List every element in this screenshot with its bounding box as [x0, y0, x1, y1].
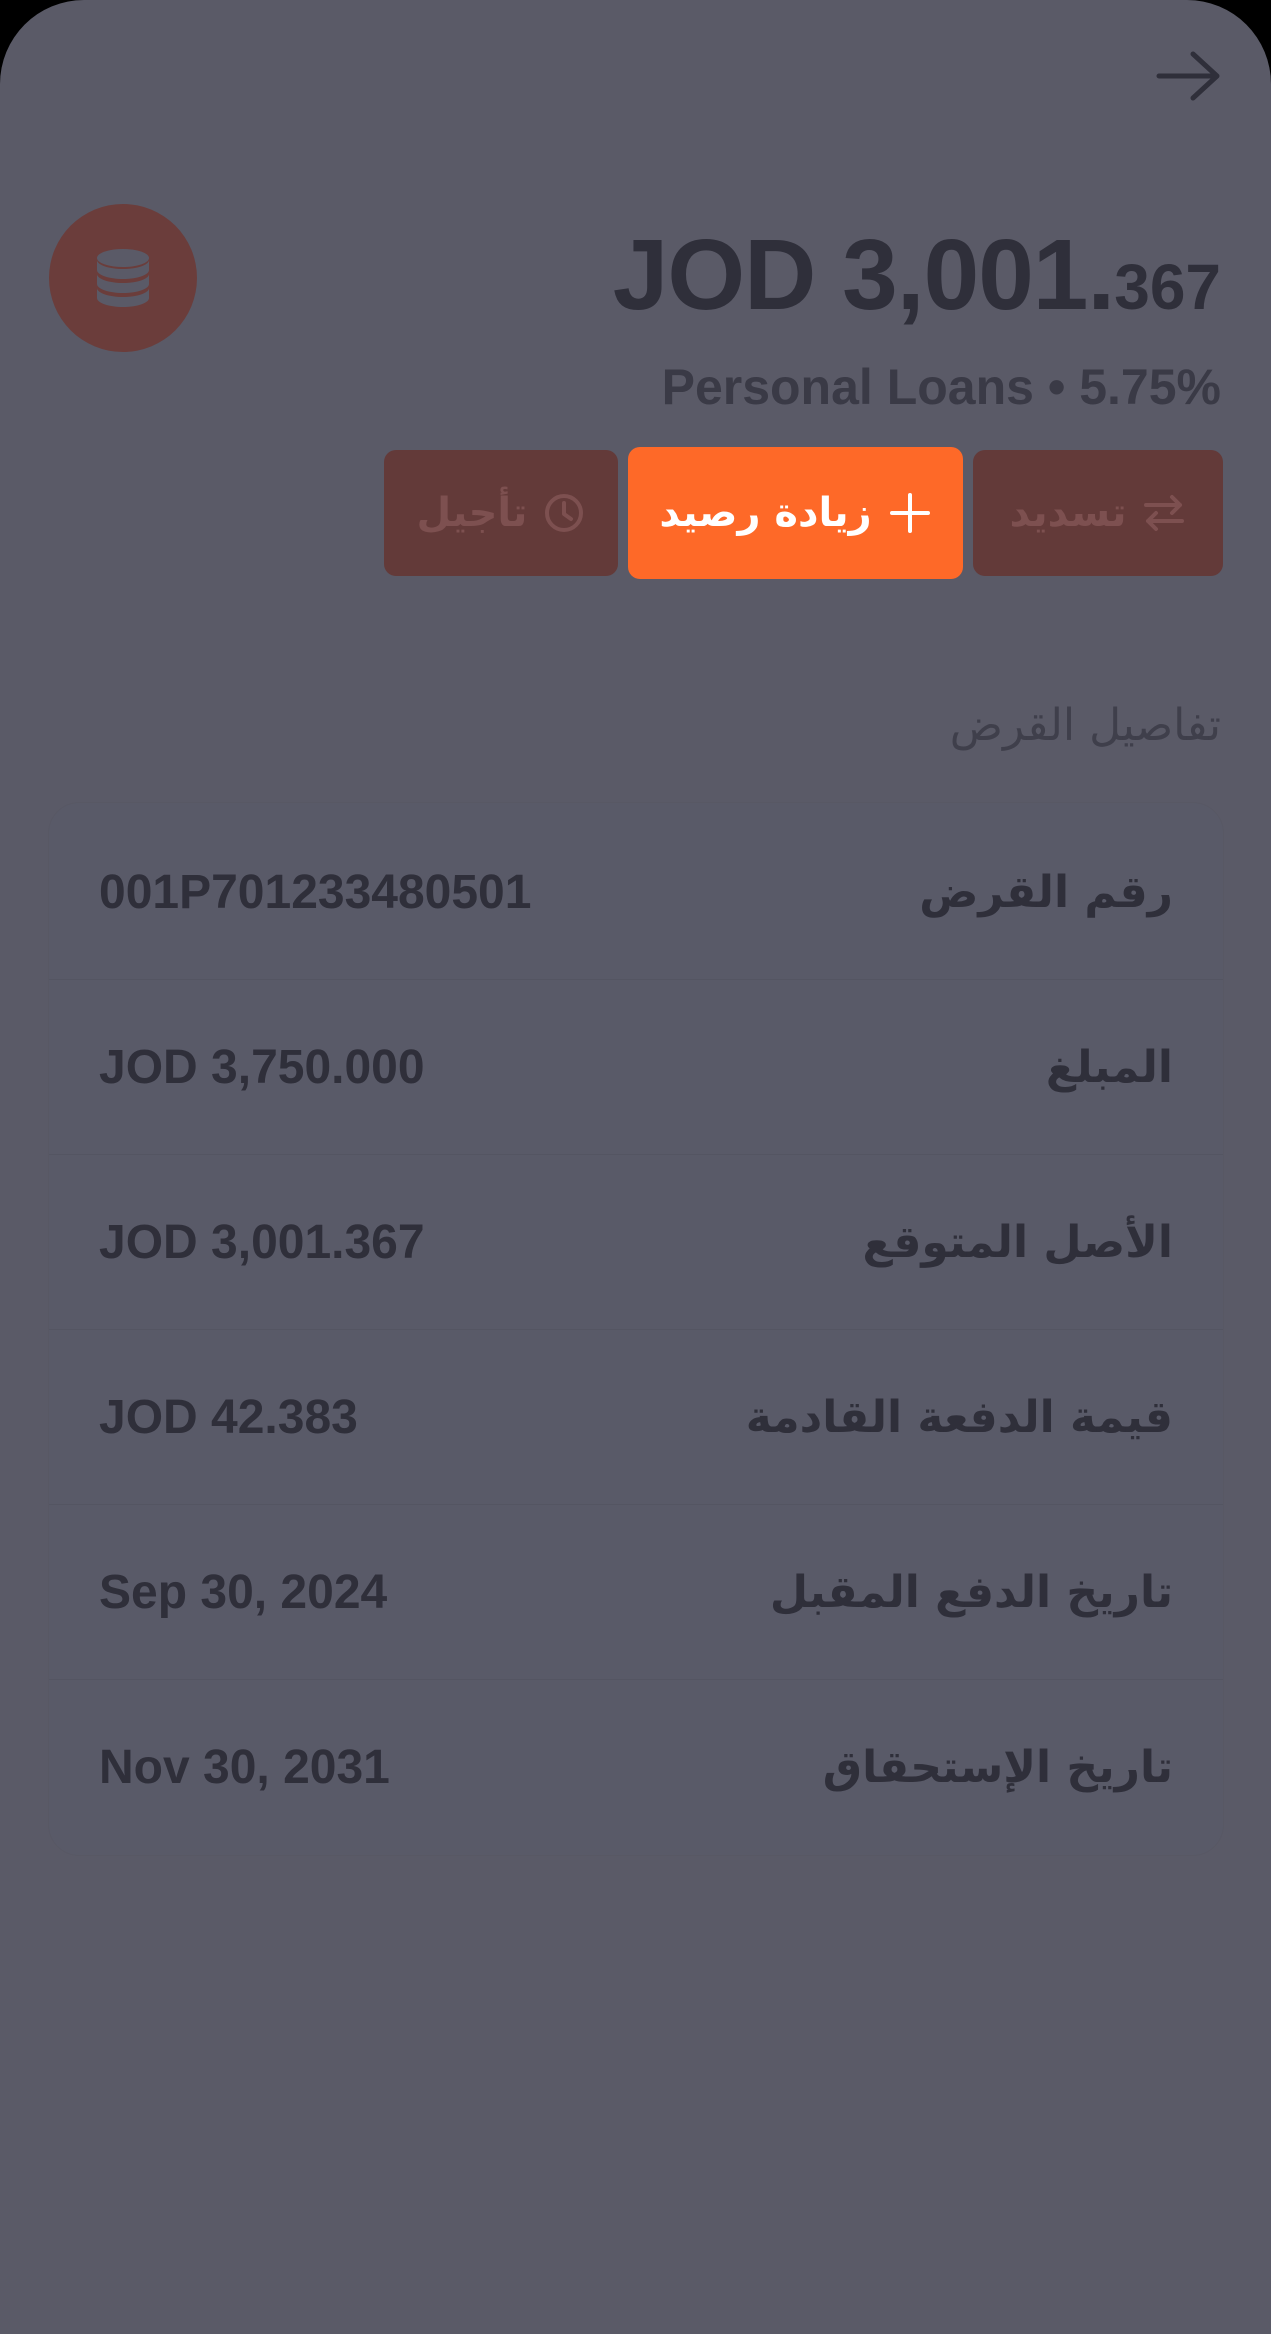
loan-details-card: 001P701233480501 رقم القرض JOD 3,750.000… [49, 803, 1223, 1855]
increase-balance-button[interactable]: زيادة رصيد [628, 447, 963, 579]
detail-label: الأصل المتوقع [862, 1216, 1173, 1268]
detail-label: تاريخ الإستحقاق [822, 1742, 1173, 1793]
loan-type-avatar [49, 204, 197, 352]
increase-balance-label: زيادة رصيد [659, 490, 872, 536]
balance-major: JOD 3,001. [612, 219, 1115, 331]
repay-button[interactable]: تسديد [973, 450, 1223, 576]
detail-value: JOD 42.383 [99, 1390, 358, 1444]
detail-label: رقم القرض [919, 866, 1173, 918]
defer-label: تأجيل [416, 490, 528, 536]
defer-button[interactable]: تأجيل [384, 450, 618, 576]
detail-value: JOD 3,750.000 [99, 1040, 425, 1094]
detail-value: Nov 30, 2031 [99, 1741, 390, 1794]
back-button[interactable] [1153, 44, 1225, 108]
detail-row-loan-number: 001P701233480501 رقم القرض [49, 805, 1223, 980]
detail-value: 001P701233480501 [99, 865, 532, 919]
detail-row-next-payment-date: Sep 30, 2024 تاريخ الدفع المقبل [49, 1505, 1223, 1680]
detail-label: المبلغ [1045, 1041, 1173, 1093]
loan-details-title: تفاصيل القرض [949, 700, 1221, 751]
detail-label: قيمة الدفعة القادمة [745, 1391, 1173, 1443]
coins-stack-icon [97, 249, 149, 307]
detail-value: Sep 30, 2024 [99, 1565, 388, 1619]
detail-row-maturity-date: Nov 30, 2031 تاريخ الإستحقاق [49, 1680, 1223, 1855]
swap-arrows-icon [1144, 495, 1185, 531]
plus-icon [889, 493, 930, 533]
loan-balance: JOD 3,001.367 [613, 218, 1221, 333]
repay-label: تسديد [1009, 490, 1127, 536]
detail-row-amount: JOD 3,750.000 المبلغ [49, 980, 1223, 1155]
clock-icon [545, 494, 584, 532]
detail-label: تاريخ الدفع المقبل [769, 1566, 1173, 1618]
action-buttons: تسديد زيادة رصيد تأجيل [384, 447, 1223, 579]
arrow-right-icon [1156, 51, 1220, 101]
loan-details-screen: JOD 3,001.367 Personal Loans • 5.75% تسد… [0, 0, 1271, 2334]
balance-minor: 367 [1114, 251, 1221, 323]
detail-value: JOD 3,001.367 [99, 1215, 425, 1269]
detail-row-next-payment-amount: JOD 42.383 قيمة الدفعة القادمة [49, 1330, 1223, 1505]
loan-subtitle: Personal Loans • 5.75% [661, 359, 1221, 415]
detail-row-expected-principal: JOD 3,001.367 الأصل المتوقع [49, 1155, 1223, 1330]
